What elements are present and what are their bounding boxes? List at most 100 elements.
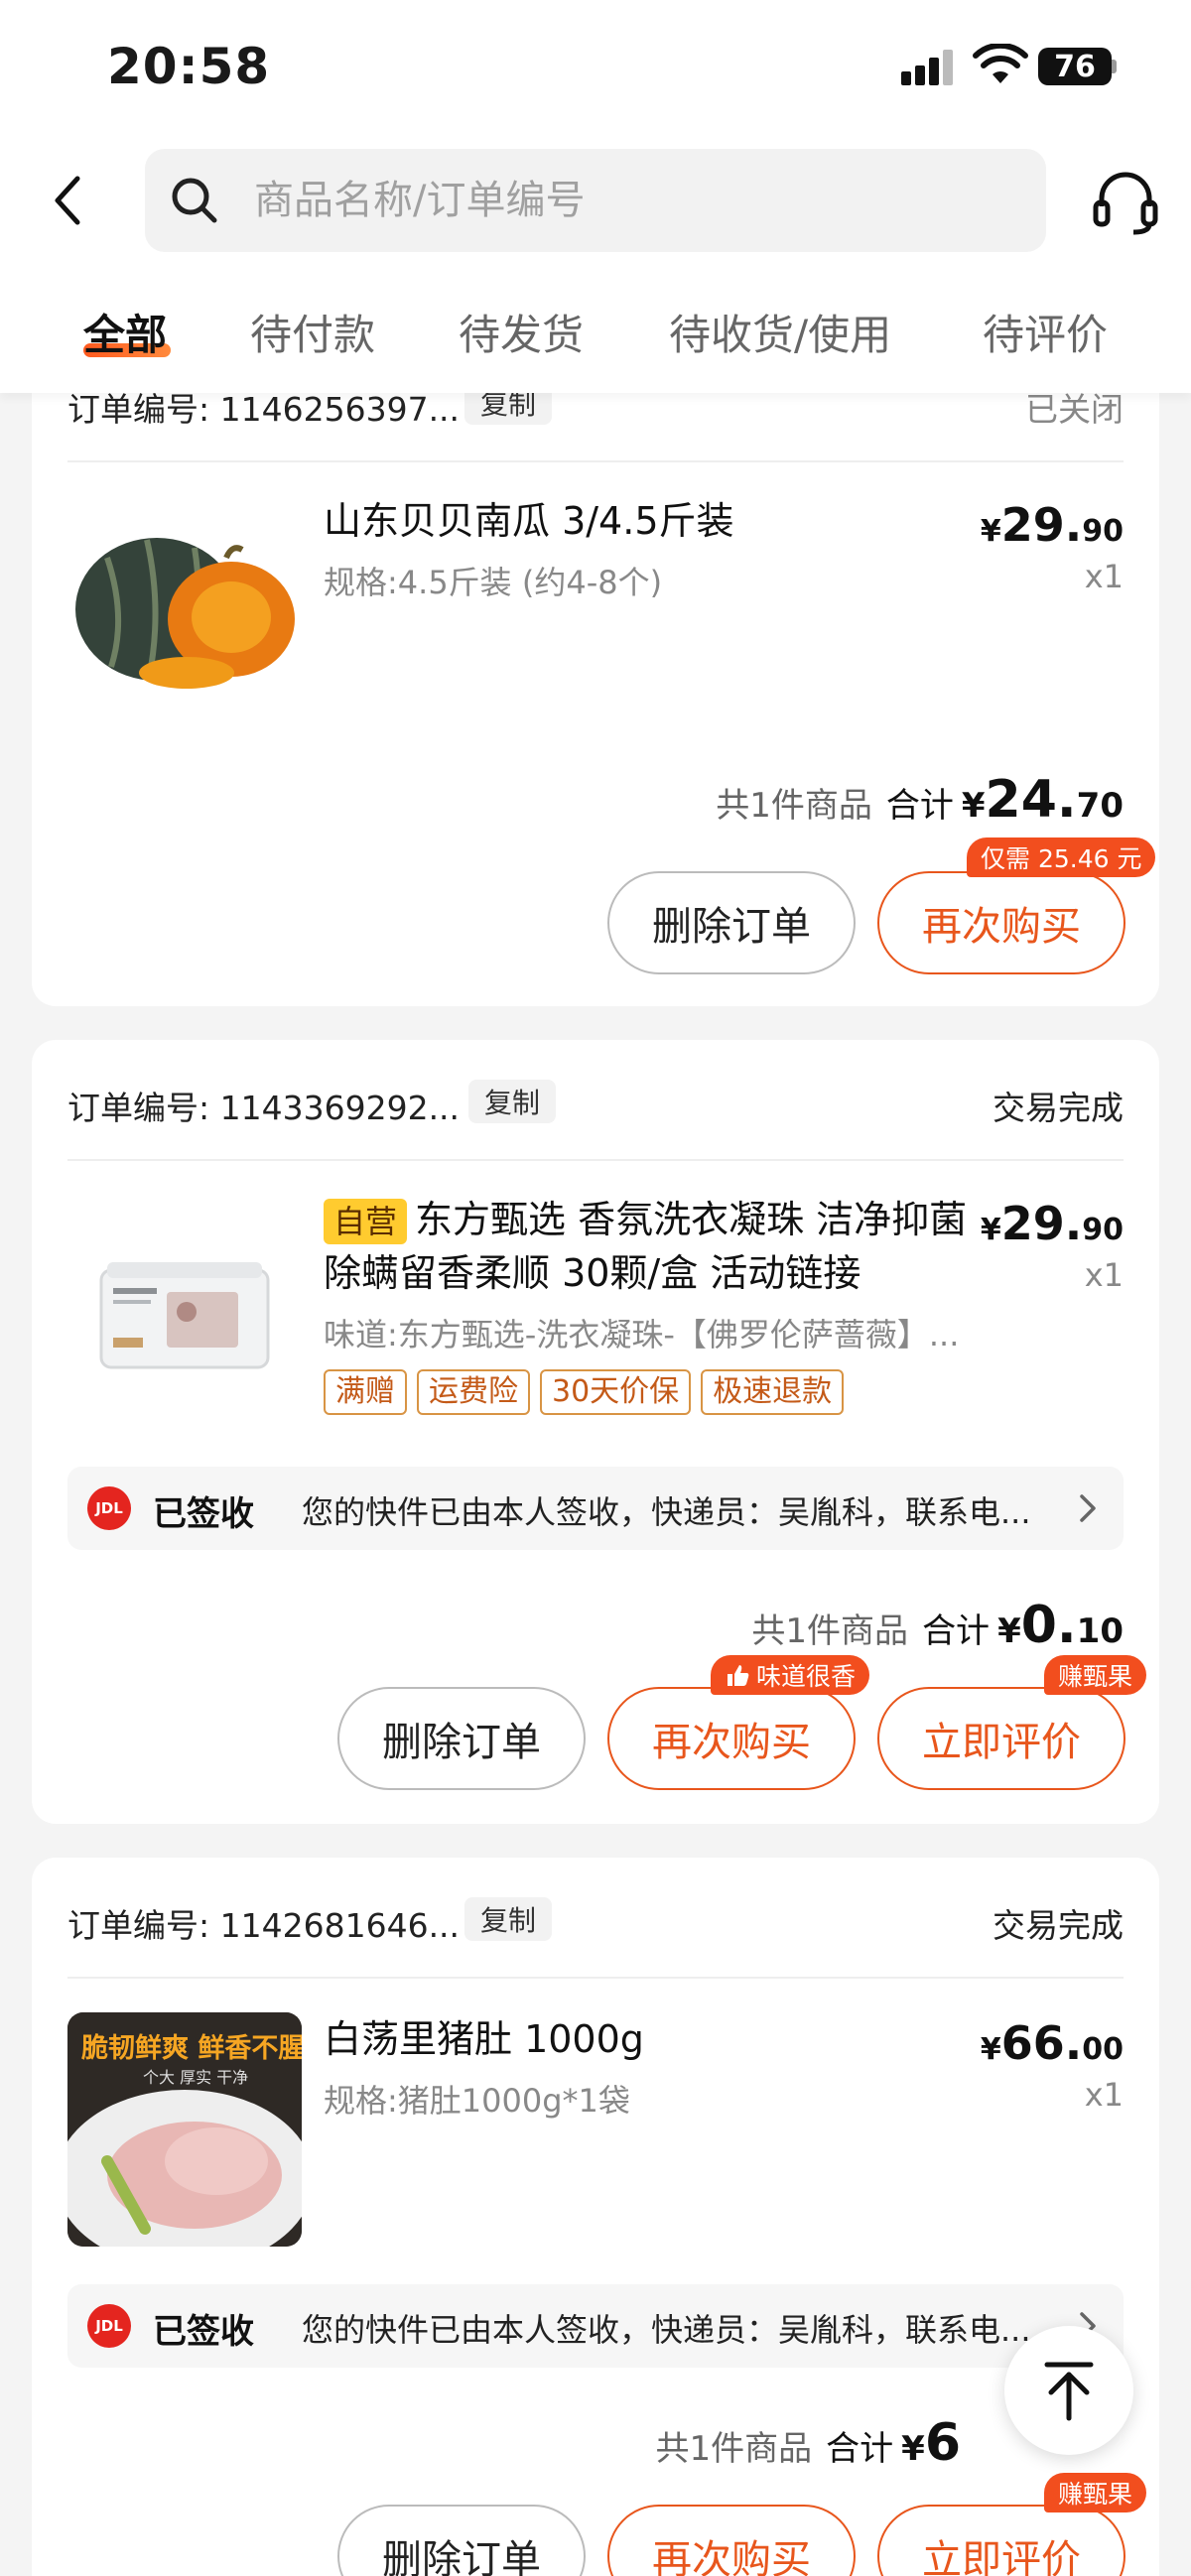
copy-button[interactable]: 复制 xyxy=(464,1897,553,1941)
tab-pending-review[interactable]: 待评价 xyxy=(983,302,1108,362)
tab-pending-shipment[interactable]: 待发货 xyxy=(459,302,584,362)
chevron-right-icon xyxy=(1080,1494,1096,1522)
product-price: ¥66.00 xyxy=(981,2016,1124,2070)
battery-icon: 76 xyxy=(1038,48,1112,85)
rebuy-button[interactable]: 再次购买 xyxy=(607,2505,856,2576)
tag-fast-refund: 极速退款 xyxy=(701,1369,845,1415)
price-dec: 90 xyxy=(1082,514,1124,549)
total-int: 6 xyxy=(924,2413,961,2473)
logistics-text: 您的快件已由本人签收，快递员：吴胤科，联系电... xyxy=(302,1493,1031,1531)
logistics-status: 已签收 xyxy=(153,2312,254,2352)
delete-order-button[interactable]: 删除订单 xyxy=(337,2505,586,2576)
logistics-row[interactable]: JDL 已签收 您的快件已由本人签收，快递员：吴胤科，联系电... xyxy=(67,1467,1124,1550)
total-symbol: ¥ xyxy=(997,1611,1021,1651)
thumb-subtitle: 个大 厚实 干净 xyxy=(143,2068,249,2087)
order-card: 订单编号: 1143369292... 复制 交易完成 自营 东方甄选 香氛洗衣凝… xyxy=(32,1040,1159,1824)
thumbs-up-icon xyxy=(728,1665,749,1686)
status-time: 20:58 xyxy=(107,38,271,95)
rebuy-price-bubble: 仅需 25.46 元 xyxy=(967,837,1156,877)
order-total: 共1件商品 合计 ¥0.10 xyxy=(751,1596,1124,1655)
total-dec: 70 xyxy=(1076,786,1124,826)
total-symbol: ¥ xyxy=(901,2429,925,2469)
copy-button[interactable]: 复制 xyxy=(468,1080,557,1123)
product-spec: 规格:猪肚1000g*1袋 xyxy=(324,2082,630,2120)
item-count: 共1件商品 xyxy=(716,786,872,826)
search-input[interactable] xyxy=(254,149,1008,252)
product-price: ¥29.90 xyxy=(981,498,1124,552)
product-quantity: x1 xyxy=(1084,558,1124,595)
product-price: ¥29.90 xyxy=(981,1197,1124,1250)
product-image-laundry-pods[interactable] xyxy=(67,1189,302,1423)
cellular-signal-icon xyxy=(901,50,955,85)
total-label: 合计 xyxy=(885,786,954,826)
order-number: 订单编号: 1143369292... xyxy=(67,1089,461,1127)
product-title[interactable]: 自营 东方甄选 香氛洗衣凝珠 洁净抑菌除螨留香柔顺 30颗/盒 活动链接 xyxy=(324,1193,979,1300)
search-box[interactable] xyxy=(145,149,1046,252)
bubble-text: 味道很香 xyxy=(756,1662,857,1691)
order-tabs: 全部 待付款 待发货 待收货/使用 待评价 xyxy=(0,262,1191,393)
logistics-row[interactable]: JDL 已签收 您的快件已由本人签收，快递员：吴胤科，联系电... xyxy=(67,2284,1124,2368)
tab-pending-receipt[interactable]: 待收货/使用 xyxy=(669,302,891,362)
tab-label: 全部 xyxy=(83,311,168,359)
product-image-pork-tripe[interactable]: 脆韧鲜爽 鲜香不腥 个大 厚实 干净 xyxy=(67,2012,302,2247)
total-dec: 10 xyxy=(1076,1611,1124,1651)
search-icon xyxy=(172,178,217,223)
price-dec: 90 xyxy=(1082,1213,1124,1247)
jdl-logo-icon: JDL xyxy=(87,1486,131,1530)
self-operated-badge: 自营 xyxy=(324,1199,408,1244)
order-total: 共1件商品 合计 ¥6 xyxy=(656,2413,962,2473)
product-quantity: x1 xyxy=(1084,2076,1124,2114)
back-to-top-button[interactable] xyxy=(1004,2326,1133,2455)
header xyxy=(0,139,1191,262)
review-button[interactable]: 立即评价 xyxy=(877,2505,1125,2576)
arrow-up-icon xyxy=(1044,2362,1094,2421)
review-button[interactable]: 立即评价 xyxy=(877,1687,1125,1790)
logistics-text: 您的快件已由本人签收，快递员：吴胤科，联系电... xyxy=(302,2311,1031,2349)
order-number: 订单编号: 1142681646... xyxy=(67,1906,461,1945)
price-int: 29. xyxy=(1000,1197,1083,1250)
price-dec: 00 xyxy=(1082,2032,1124,2067)
product-name: 东方甄选 香氛洗衣凝珠 洁净抑菌除螨留香柔顺 30颗/盒 活动链接 xyxy=(324,1198,968,1295)
total-int: 0. xyxy=(1020,1596,1077,1655)
back-arrow-icon[interactable] xyxy=(40,173,95,228)
divider xyxy=(67,1159,1124,1161)
product-quantity: x1 xyxy=(1084,1256,1124,1294)
order-card: 订单编号: 1146256397... 复制 已关闭 山东贝贝南瓜 3/4.5斤… xyxy=(32,288,1159,1006)
product-spec: 味道:东方甄选-洗衣凝珠-【佛罗伦萨蔷薇】... xyxy=(324,1316,960,1353)
order-status: 交易完成 xyxy=(992,1906,1124,1945)
total-int: 24. xyxy=(985,770,1077,830)
status-bar: 20:58 76 xyxy=(0,0,1191,139)
product-spec: 规格:4.5斤装 (约4-8个) xyxy=(324,564,663,601)
logistics-status: 已签收 xyxy=(153,1494,254,1534)
item-count: 共1件商品 xyxy=(751,1611,909,1651)
product-image-pumpkin[interactable] xyxy=(67,488,302,722)
tag-shipping-insurance: 运费险 xyxy=(417,1369,530,1415)
review-reward-bubble: 赚甄果 xyxy=(1044,2473,1147,2512)
total-label: 合计 xyxy=(922,1611,991,1651)
total-label: 合计 xyxy=(826,2429,894,2469)
total-symbol: ¥ xyxy=(961,786,986,826)
customer-service-icon[interactable] xyxy=(1090,167,1161,238)
divider xyxy=(67,460,1124,462)
order-status: 交易完成 xyxy=(992,1089,1124,1127)
product-name[interactable]: 山东贝贝南瓜 3/4.5斤装 xyxy=(324,494,979,548)
price-symbol: ¥ xyxy=(980,2032,1001,2067)
tab-pending-payment[interactable]: 待付款 xyxy=(250,302,375,362)
thumb-headline: 脆韧鲜爽 鲜香不腥 xyxy=(81,2033,302,2064)
rebuy-button[interactable]: 再次购买 xyxy=(607,1687,856,1790)
rebuy-button[interactable]: 再次购买 xyxy=(877,871,1125,974)
delete-order-button[interactable]: 删除订单 xyxy=(337,1687,586,1790)
tab-all[interactable]: 全部 xyxy=(83,302,167,362)
rebuy-review-bubble: 味道很香 xyxy=(711,1655,870,1695)
price-symbol: ¥ xyxy=(980,1213,1001,1247)
service-tags: 满赠 运费险 30天价保 极速退款 xyxy=(324,1369,845,1415)
order-card: 订单编号: 1142681646... 复制 交易完成 脆韧鲜爽 鲜香不腥 个大… xyxy=(32,1858,1159,2576)
product-name[interactable]: 白荡里猪肚 1000g xyxy=(324,2012,979,2066)
delete-order-button[interactable]: 删除订单 xyxy=(607,871,856,974)
tag-price-protection: 30天价保 xyxy=(540,1369,692,1415)
price-symbol: ¥ xyxy=(980,514,1001,549)
wifi-icon xyxy=(973,44,1028,83)
jdl-logo-icon: JDL xyxy=(87,2304,131,2348)
price-int: 29. xyxy=(1000,498,1083,552)
battery-cap xyxy=(1112,60,1117,73)
